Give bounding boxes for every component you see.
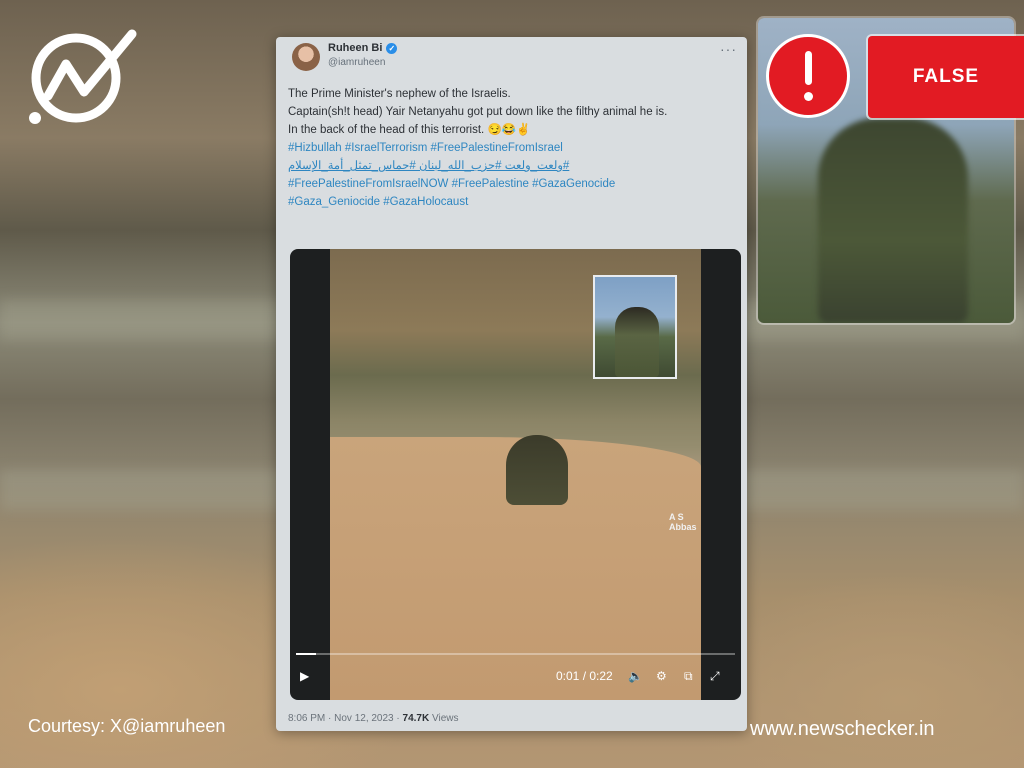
views-label: Views (429, 713, 459, 724)
hashtag-line[interactable]: #FreePalestineFromIsraelNOW #FreePalesti… (288, 175, 738, 193)
hashtag-line[interactable]: #Hizbullah #IsraelTerrorism #FreePalesti… (288, 139, 738, 157)
verified-icon: ✓ (386, 42, 398, 54)
video-time: 0:01 / 0:22 (556, 669, 613, 683)
settings-gear-icon[interactable]: ⚙ (656, 669, 667, 683)
volume-icon[interactable]: 🔈 (628, 669, 643, 683)
newschecker-logo (29, 29, 137, 124)
hashtag-line-arabic[interactable]: #ولعت_ولعت #حزب_الله_لبنان #حماس_تمثل_أم… (288, 157, 624, 175)
tweet-line: The Prime Minister's nephew of the Israe… (288, 88, 511, 100)
courtesy-credit: Courtesy: X@iamruheen (28, 716, 226, 736)
author-name: Ruheen Bi (328, 42, 383, 54)
video-watermark: A S Abbas (669, 512, 697, 532)
video-inset-photo (593, 275, 677, 379)
video-player[interactable]: A S Abbas ▶ 0:01 / 0:22 🔈 ⚙ ⧉ ⤢ (290, 249, 741, 700)
more-options-icon[interactable]: ··· (720, 41, 737, 57)
video-progress-bar[interactable] (296, 653, 735, 655)
avatar[interactable] (292, 43, 320, 71)
site-url: www.newschecker.in (750, 718, 935, 740)
current-time: 0:01 (556, 669, 580, 683)
verdict-badge: FALSE (868, 36, 1024, 118)
views-count: 74.7K (402, 713, 430, 724)
post-time: 8:06 PM · Nov 12, 2023 · (288, 713, 403, 724)
fullscreen-icon[interactable]: ⤢ (710, 669, 720, 684)
duration: 0:22 (589, 669, 613, 683)
picture-in-picture-icon[interactable]: ⧉ (684, 669, 693, 684)
tweet-line: In the back of the head of this terroris… (288, 124, 531, 136)
tweet-card: Ruheen Bi ✓ @iamruheen ··· The Prime Mini… (276, 37, 747, 731)
hashtag-line[interactable]: #Gaza_Geniocide #GazaHolocaust (288, 193, 738, 211)
tweet-timestamp: 8:06 PM · Nov 12, 2023 · 74.7K Views (288, 713, 458, 724)
tweet-text: The Prime Minister's nephew of the Israe… (288, 85, 738, 211)
play-icon[interactable]: ▶ (300, 669, 309, 683)
tweet-line: Captain(sh!t head) Yair Netanyahu got pu… (288, 106, 668, 118)
author-handle[interactable]: @iamruheen (328, 57, 385, 68)
tweet-author[interactable]: Ruheen Bi ✓ (328, 42, 398, 54)
alert-exclamation-icon (766, 34, 850, 118)
